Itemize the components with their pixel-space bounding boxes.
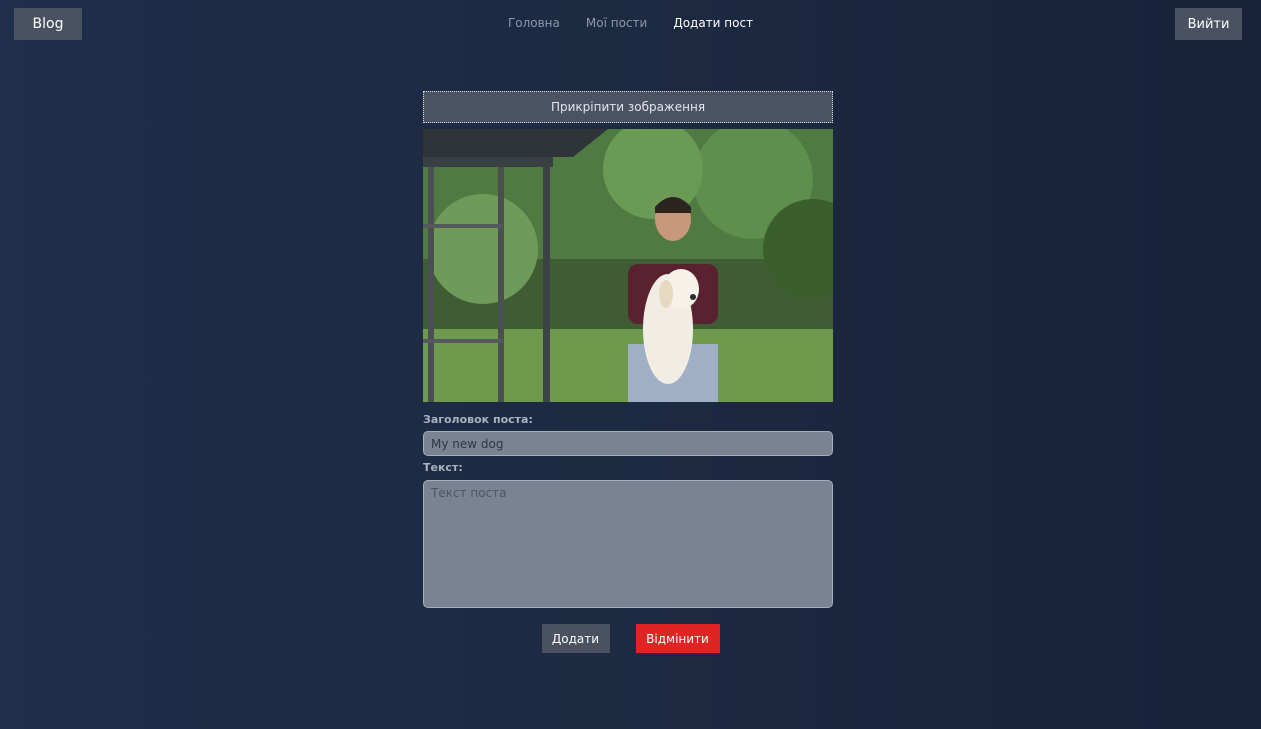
logout-button[interactable]: Вийти [1175,8,1242,40]
nav-link-my-posts[interactable]: Мої пости [586,16,647,30]
post-title-label: Заголовок поста: [423,413,533,426]
post-text-label: Текст: [423,461,463,474]
attach-image-button[interactable]: Прикріпити зображення [423,91,833,123]
attached-image-preview [423,129,833,402]
add-button[interactable]: Додати [541,624,610,653]
post-text-input[interactable]: Текст поста [423,480,833,608]
nav-link-add-post[interactable]: Додати пост [673,16,753,30]
post-title-input[interactable]: My new dog [423,431,833,456]
nav-link-home[interactable]: Головна [508,16,560,30]
form-actions: Додати Відмінити [0,624,1261,653]
main-nav: Головна Мої пости Додати пост [0,16,1261,30]
cancel-button[interactable]: Відмінити [635,624,720,653]
add-post-form: Прикріпити зображення Заголовок поста: M… [423,91,833,608]
